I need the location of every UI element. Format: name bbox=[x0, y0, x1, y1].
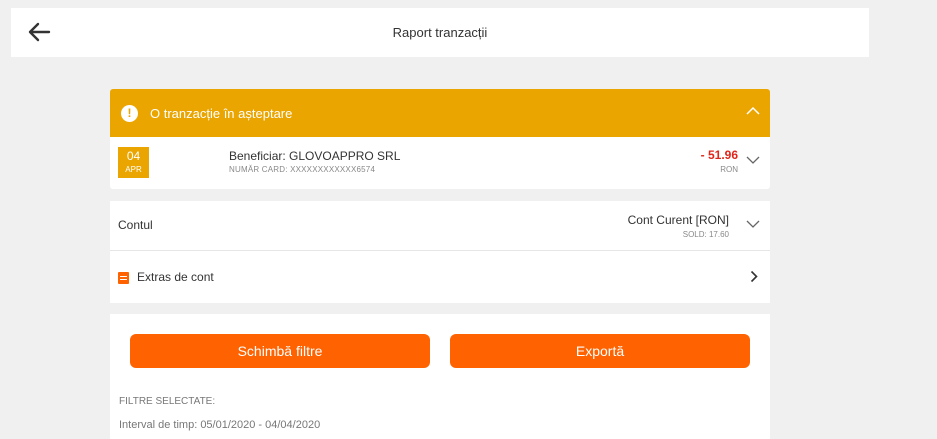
date-badge: 04 APR bbox=[118, 147, 149, 178]
chevron-right-icon bbox=[750, 270, 758, 283]
transaction-card-number: NUMĂR CARD: XXXXXXXXXXXX6574 bbox=[229, 165, 376, 174]
chevron-down-icon[interactable] bbox=[746, 155, 760, 165]
date-interval: Interval de timp: 05/01/2020 - 04/04/202… bbox=[119, 419, 321, 431]
chevron-up-icon[interactable] bbox=[746, 106, 760, 116]
transaction-beneficiary: Beneficiar: GLOVOAPPRO SRL bbox=[229, 149, 401, 163]
chevron-down-icon[interactable] bbox=[746, 219, 760, 229]
pending-title: O tranzacție în așteptare bbox=[150, 105, 293, 121]
document-icon bbox=[118, 272, 129, 284]
account-card: Contul Cont Curent [RON] SOLD: 17.60 Ext… bbox=[110, 201, 770, 303]
account-balance: SOLD: 17.60 bbox=[682, 230, 729, 239]
page-title: Raport tranzacții bbox=[392, 25, 488, 40]
info-icon: ! bbox=[121, 104, 138, 122]
account-name: Cont Curent [RON] bbox=[627, 213, 729, 227]
export-button[interactable]: Exportă bbox=[450, 334, 750, 368]
selected-filters-label: FILTRE SELECTATE: bbox=[119, 396, 216, 407]
transaction-amount: - 51.96 bbox=[700, 148, 738, 162]
account-selector[interactable]: Contul Cont Curent [RON] SOLD: 17.60 bbox=[110, 201, 770, 251]
pending-transactions-card: ! O tranzacție în așteptare 04 APR Benef… bbox=[110, 89, 770, 189]
statement-label: Extras de cont bbox=[137, 270, 214, 284]
header-bar: Raport tranzacții bbox=[11, 8, 869, 57]
date-day: 04 bbox=[126, 149, 141, 163]
statement-link[interactable]: Extras de cont bbox=[110, 251, 770, 302]
transaction-currency: RON bbox=[720, 165, 738, 174]
account-label: Contul bbox=[118, 218, 153, 232]
change-filters-button[interactable]: Schimbă filtre bbox=[130, 334, 430, 368]
transaction-row[interactable]: 04 APR Beneficiar: GLOVOAPPRO SRL NUMĂR … bbox=[110, 137, 770, 189]
filters-card: Schimbă filtre Exportă FILTRE SELECTATE:… bbox=[110, 314, 770, 439]
pending-header[interactable]: ! O tranzacție în așteptare bbox=[110, 89, 770, 137]
date-month: APR bbox=[125, 165, 142, 174]
